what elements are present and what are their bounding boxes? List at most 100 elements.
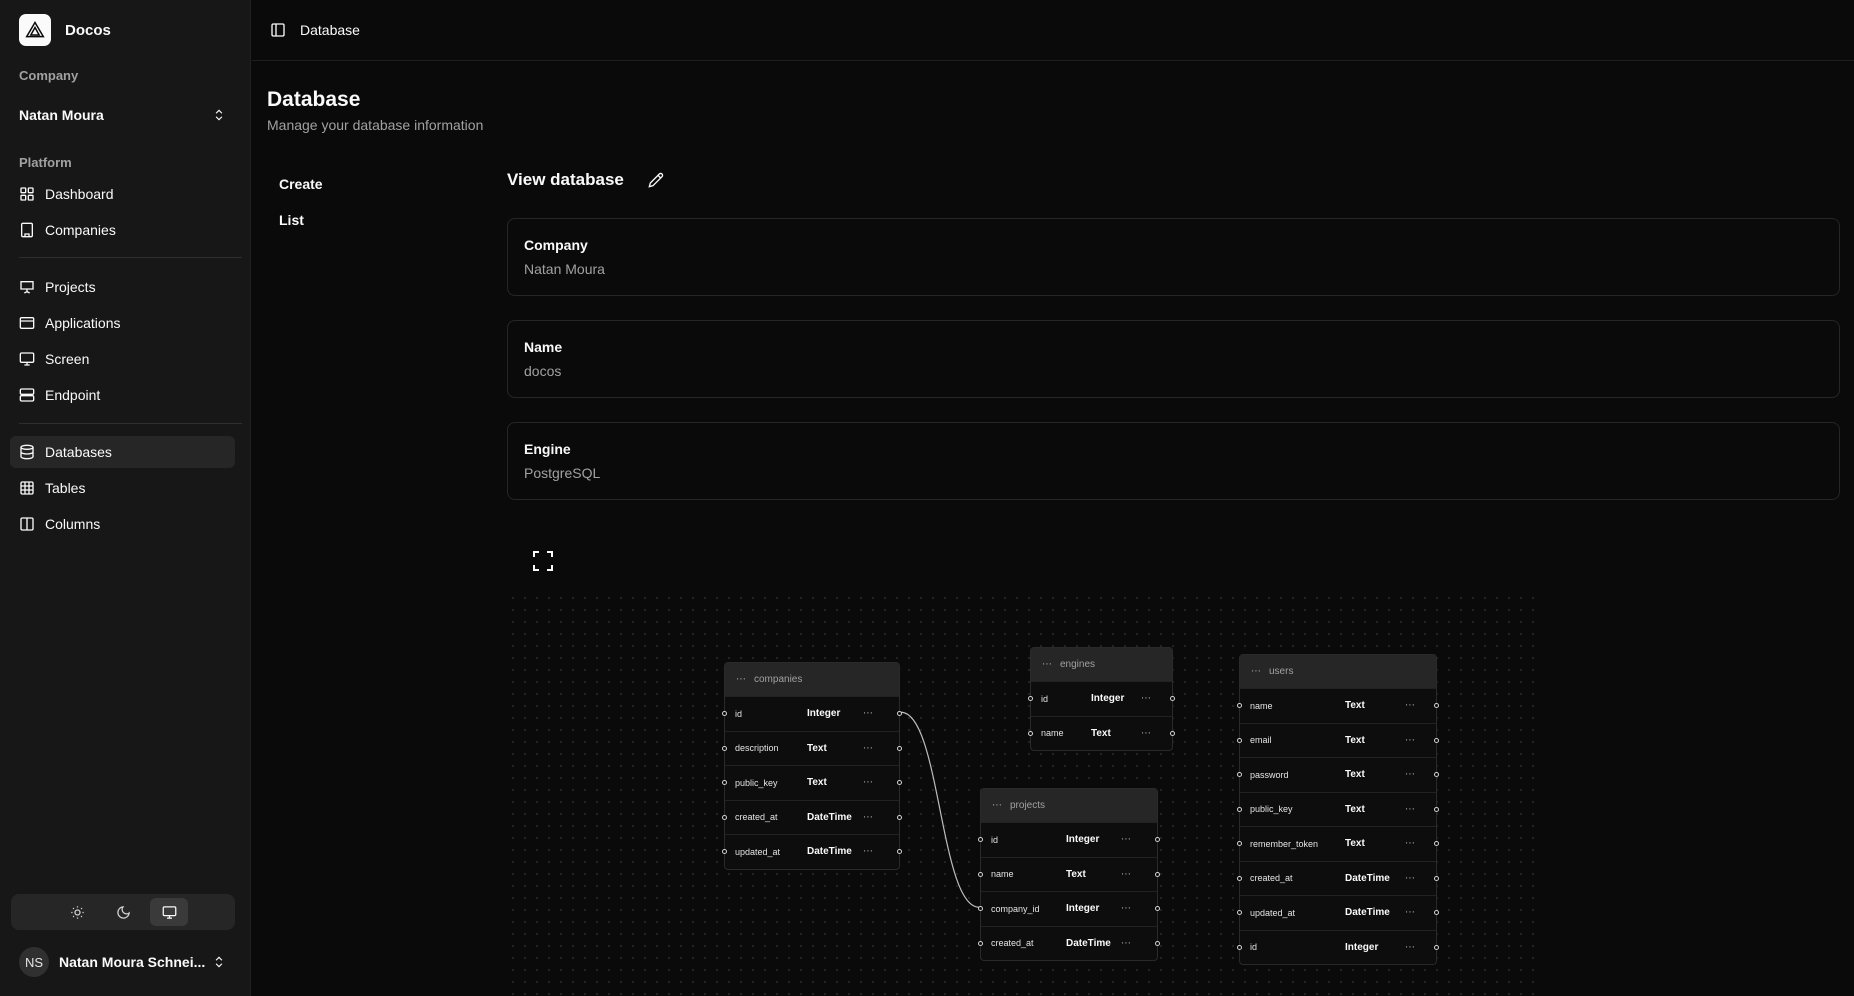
connection-handle[interactable]: [722, 711, 727, 717]
connection-handle[interactable]: [978, 871, 983, 877]
drag-handle-icon[interactable]: ⋯: [1251, 666, 1261, 677]
theme-light-button[interactable]: [58, 898, 96, 926]
connection-handle[interactable]: [1170, 730, 1175, 736]
db-column-name: public_key: [1250, 804, 1293, 815]
db-table-projects[interactable]: ⋯ projects id Integer ⋯ name Text ⋯ company_id In…: [978, 788, 1160, 961]
db-column-type: Text: [807, 777, 827, 789]
more-options-icon[interactable]: ⋯: [1121, 903, 1131, 914]
more-options-icon[interactable]: ⋯: [1405, 735, 1415, 746]
relation-edge[interactable]: [900, 711, 980, 908]
connection-handle[interactable]: [1434, 703, 1439, 709]
db-column-name: company_id: [991, 903, 1040, 914]
sidebar-item-companies[interactable]: Companies: [10, 214, 235, 246]
connection-handle[interactable]: [1237, 910, 1242, 916]
db-column-row: remember_token Text ⋯: [1237, 826, 1439, 861]
connection-handle[interactable]: [897, 780, 902, 786]
brand[interactable]: Docos: [19, 14, 111, 46]
connection-handle[interactable]: [978, 906, 983, 912]
connection-handle[interactable]: [1434, 772, 1439, 778]
sidebar-item-columns[interactable]: Columns: [10, 508, 235, 540]
drag-handle-icon[interactable]: ⋯: [736, 674, 746, 685]
db-table-header[interactable]: ⋯ projects: [981, 789, 1157, 822]
field-label: Company: [524, 237, 588, 253]
db-table-header[interactable]: ⋯ companies: [725, 663, 899, 696]
connection-handle[interactable]: [1237, 806, 1242, 812]
connection-handle[interactable]: [897, 849, 902, 855]
drag-handle-icon[interactable]: ⋯: [1042, 659, 1052, 670]
connection-handle[interactable]: [1155, 906, 1160, 912]
more-options-icon[interactable]: ⋯: [1405, 942, 1415, 953]
more-options-icon[interactable]: ⋯: [1405, 907, 1415, 918]
more-options-icon[interactable]: ⋯: [1121, 869, 1131, 880]
connection-handle[interactable]: [1028, 696, 1033, 702]
theme-system-button[interactable]: [150, 898, 188, 926]
connection-handle[interactable]: [1170, 696, 1175, 702]
connection-handle[interactable]: [1237, 737, 1242, 743]
sidebar-item-endpoint[interactable]: Endpoint: [10, 379, 235, 411]
field-value: Natan Moura: [524, 261, 605, 277]
sidebar-item-projects[interactable]: Projects: [10, 271, 235, 303]
connection-handle[interactable]: [722, 814, 727, 820]
db-table-users[interactable]: ⋯ users name Text ⋯ email Text ⋯ password Text ⋯ pu…: [1237, 654, 1439, 965]
sidebar-item-applications[interactable]: Applications: [10, 307, 235, 339]
connection-handle[interactable]: [1237, 875, 1242, 881]
connection-handle[interactable]: [1155, 871, 1160, 877]
connection-handle[interactable]: [897, 814, 902, 820]
connection-handle[interactable]: [1155, 940, 1160, 946]
connection-handle[interactable]: [978, 940, 983, 946]
connection-handle[interactable]: [1434, 806, 1439, 812]
sidebar-item-label: Screen: [45, 351, 90, 367]
sidebar-item-databases[interactable]: Databases: [10, 436, 235, 468]
more-options-icon[interactable]: ⋯: [1121, 938, 1131, 949]
more-options-icon[interactable]: ⋯: [863, 846, 873, 857]
more-options-icon[interactable]: ⋯: [1405, 700, 1415, 711]
connection-handle[interactable]: [897, 745, 902, 751]
more-options-icon[interactable]: ⋯: [1405, 804, 1415, 815]
fullscreen-icon[interactable]: [531, 549, 555, 573]
more-options-icon[interactable]: ⋯: [863, 743, 873, 754]
sidebar-toggle-icon[interactable]: [270, 22, 286, 38]
theme-dark-button[interactable]: [104, 898, 142, 926]
subnav-list[interactable]: List: [279, 212, 304, 228]
more-options-icon[interactable]: ⋯: [1121, 834, 1131, 845]
subnav-create[interactable]: Create: [279, 176, 323, 192]
db-table-header[interactable]: ⋯ engines: [1031, 648, 1172, 681]
connection-handle[interactable]: [1237, 772, 1242, 778]
connection-handle[interactable]: [1028, 730, 1033, 736]
sidebar-item-screen[interactable]: Screen: [10, 343, 235, 375]
sidebar-item-tables[interactable]: Tables: [10, 472, 235, 504]
connection-handle[interactable]: [722, 745, 727, 751]
connection-handle[interactable]: [722, 849, 727, 855]
more-options-icon[interactable]: ⋯: [863, 708, 873, 719]
pencil-icon[interactable]: [648, 172, 664, 188]
db-table-engines[interactable]: ⋯ engines id Integer ⋯ name Text ⋯: [1028, 647, 1175, 751]
connection-handle[interactable]: [1434, 875, 1439, 881]
connection-handle[interactable]: [1434, 841, 1439, 847]
connection-handle[interactable]: [1237, 944, 1242, 950]
connection-handle[interactable]: [1434, 737, 1439, 743]
connection-handle[interactable]: [722, 780, 727, 786]
sidebar-item-dashboard[interactable]: Dashboard: [10, 178, 235, 210]
db-column-name: name: [991, 869, 1014, 880]
drag-handle-icon[interactable]: ⋯: [992, 800, 1002, 811]
more-options-icon[interactable]: ⋯: [1405, 838, 1415, 849]
connection-handle[interactable]: [1434, 944, 1439, 950]
company-switcher[interactable]: Natan Moura: [10, 100, 235, 130]
more-options-icon[interactable]: ⋯: [1141, 693, 1151, 704]
more-options-icon[interactable]: ⋯: [1141, 728, 1151, 739]
connection-handle[interactable]: [1237, 841, 1242, 847]
user-menu[interactable]: NS Natan Moura Schnei...: [10, 942, 235, 982]
er-diagram-canvas[interactable]: ⋯ companies id Integer ⋯ description Text ⋯ publ…: [507, 592, 1537, 996]
connection-handle[interactable]: [1237, 703, 1242, 709]
more-options-icon[interactable]: ⋯: [863, 777, 873, 788]
field-engine: Engine PostgreSQL: [507, 422, 1840, 500]
connection-handle[interactable]: [897, 711, 902, 717]
connection-handle[interactable]: [978, 837, 983, 843]
db-table-companies[interactable]: ⋯ companies id Integer ⋯ description Text ⋯ publ…: [722, 662, 902, 870]
more-options-icon[interactable]: ⋯: [1405, 873, 1415, 884]
more-options-icon[interactable]: ⋯: [1405, 769, 1415, 780]
more-options-icon[interactable]: ⋯: [863, 812, 873, 823]
connection-handle[interactable]: [1155, 837, 1160, 843]
connection-handle[interactable]: [1434, 910, 1439, 916]
db-table-header[interactable]: ⋯ users: [1240, 655, 1436, 688]
